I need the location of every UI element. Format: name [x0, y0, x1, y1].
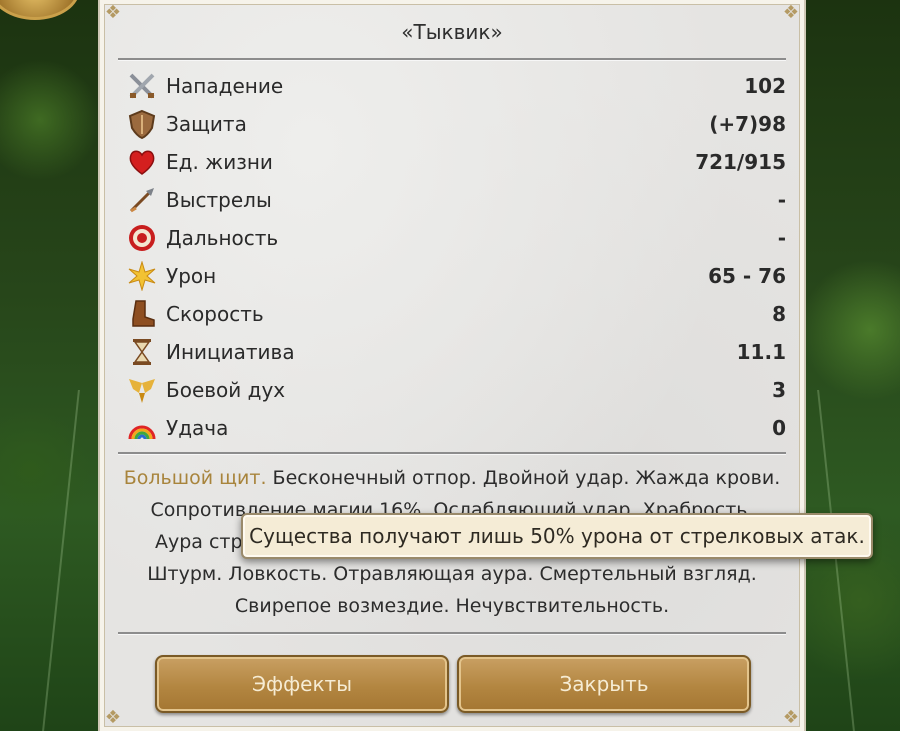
stat-row-initiative[interactable]: Инициатива 11.1 — [126, 335, 786, 369]
boot-icon — [126, 298, 158, 330]
stat-label: Скорость — [166, 302, 264, 326]
stat-value: 3 — [772, 378, 786, 402]
stat-row-shots[interactable]: Выстрелы - — [126, 183, 786, 217]
stat-row-attack[interactable]: Нападение 102 — [126, 69, 786, 103]
corner-ornament-icon: ❖ — [104, 707, 122, 728]
heart-icon — [126, 146, 158, 178]
stat-row-speed[interactable]: Скорость 8 — [126, 297, 786, 331]
corner-ornament-icon: ❖ — [782, 707, 800, 728]
ability-line[interactable]: Штурм. Ловкость. Отравляющая аура. Смерт… — [100, 558, 804, 590]
stat-row-range[interactable]: Дальность - — [126, 221, 786, 255]
creature-name: «Тыквик» — [401, 20, 503, 44]
abilities-divider — [118, 632, 786, 634]
stat-value: 721/915 — [695, 150, 786, 174]
stat-label: Нападение — [166, 74, 284, 98]
grid-line — [42, 390, 80, 731]
ability-highlighted[interactable]: Большой щит. — [124, 467, 267, 489]
stat-row-hit-points[interactable]: Ед. жизни 721/915 — [126, 145, 786, 179]
ability-line: Большой щит. Бесконечный отпор. Двойной … — [100, 462, 804, 494]
ability-text[interactable]: Бесконечный отпор. Двойной удар. Жажда к… — [267, 467, 781, 489]
stat-row-defense[interactable]: Защита (+7)98 — [126, 107, 786, 141]
arrow-shots-icon — [126, 184, 158, 216]
close-button[interactable]: Закрыть — [457, 655, 751, 713]
creature-info-panel: ❖ ❖ ❖ ❖ «Тыквик» Нападение 102 Защита (+… — [98, 0, 806, 731]
stat-value: - — [777, 226, 786, 250]
stat-row-luck[interactable]: Удача 0 — [126, 411, 786, 445]
stat-value: 65 - 76 — [708, 264, 786, 288]
rainbow-icon — [126, 412, 158, 444]
stat-label: Выстрелы — [166, 188, 272, 212]
stat-value: 102 — [744, 74, 786, 98]
grid-line — [817, 390, 855, 731]
stat-value: (+7)98 — [709, 112, 786, 136]
stat-label: Защита — [166, 112, 247, 136]
ability-line[interactable]: Свирепое возмездие. Нечувствительность. — [100, 590, 804, 622]
title-divider — [118, 58, 786, 60]
stat-value: - — [777, 188, 786, 212]
stat-label: Ед. жизни — [166, 150, 273, 174]
ability-tooltip: Существа получают лишь 50% урона от стре… — [241, 513, 873, 559]
shield-icon — [126, 108, 158, 140]
stat-value: 8 — [772, 302, 786, 326]
stat-label: Боевой дух — [166, 378, 286, 402]
stat-label: Инициатива — [166, 340, 295, 364]
stat-label: Удача — [166, 416, 229, 440]
stat-label: Урон — [166, 264, 217, 288]
stat-value: 0 — [772, 416, 786, 440]
stat-row-damage[interactable]: Урон 65 - 76 — [126, 259, 786, 293]
winged-morale-icon — [126, 374, 158, 406]
hourglass-icon — [126, 336, 158, 368]
stat-label: Дальность — [166, 226, 279, 250]
target-icon — [126, 222, 158, 254]
stats-divider — [118, 452, 786, 454]
effects-button[interactable]: Эффекты — [155, 655, 449, 713]
burst-damage-icon — [126, 260, 158, 292]
stat-value: 11.1 — [736, 340, 786, 364]
crossed-swords-icon — [126, 70, 158, 102]
stat-row-morale[interactable]: Боевой дух 3 — [126, 373, 786, 407]
